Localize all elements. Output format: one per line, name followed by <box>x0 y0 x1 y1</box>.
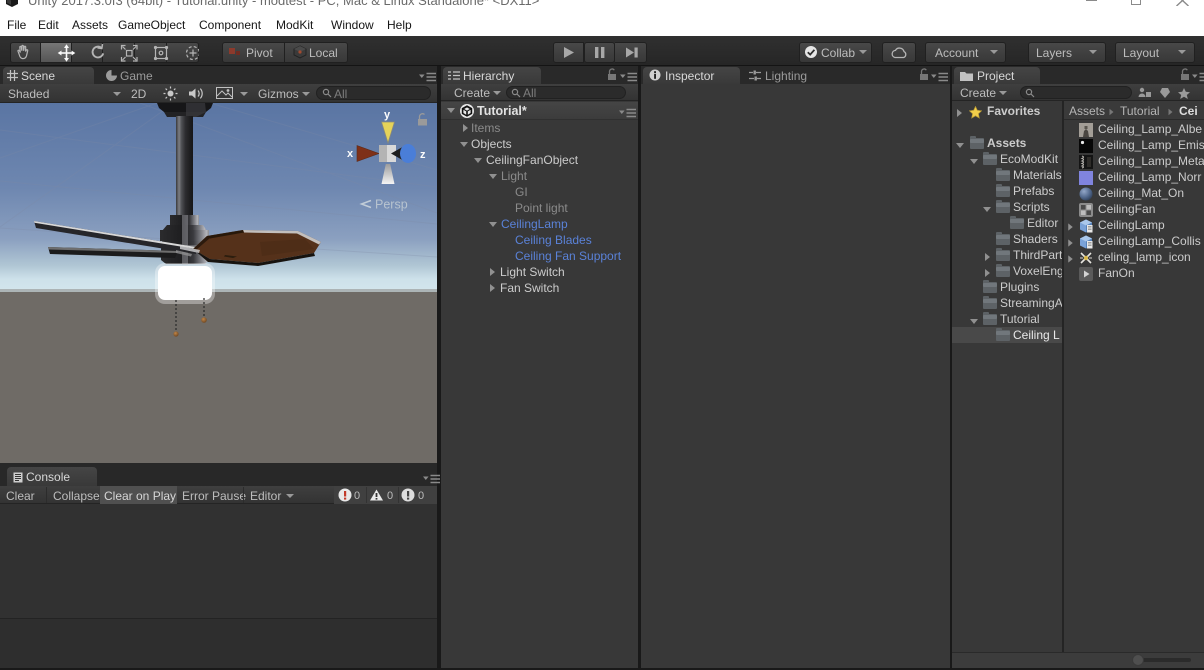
svg-text:0: 0 <box>354 490 360 502</box>
svg-text:y: y <box>384 109 391 121</box>
svg-text:Persp: Persp <box>375 198 408 212</box>
svg-text:z: z <box>420 149 426 161</box>
svg-text:0: 0 <box>418 490 424 502</box>
svg-text:x: x <box>347 148 354 160</box>
svg-text:0: 0 <box>387 490 393 502</box>
